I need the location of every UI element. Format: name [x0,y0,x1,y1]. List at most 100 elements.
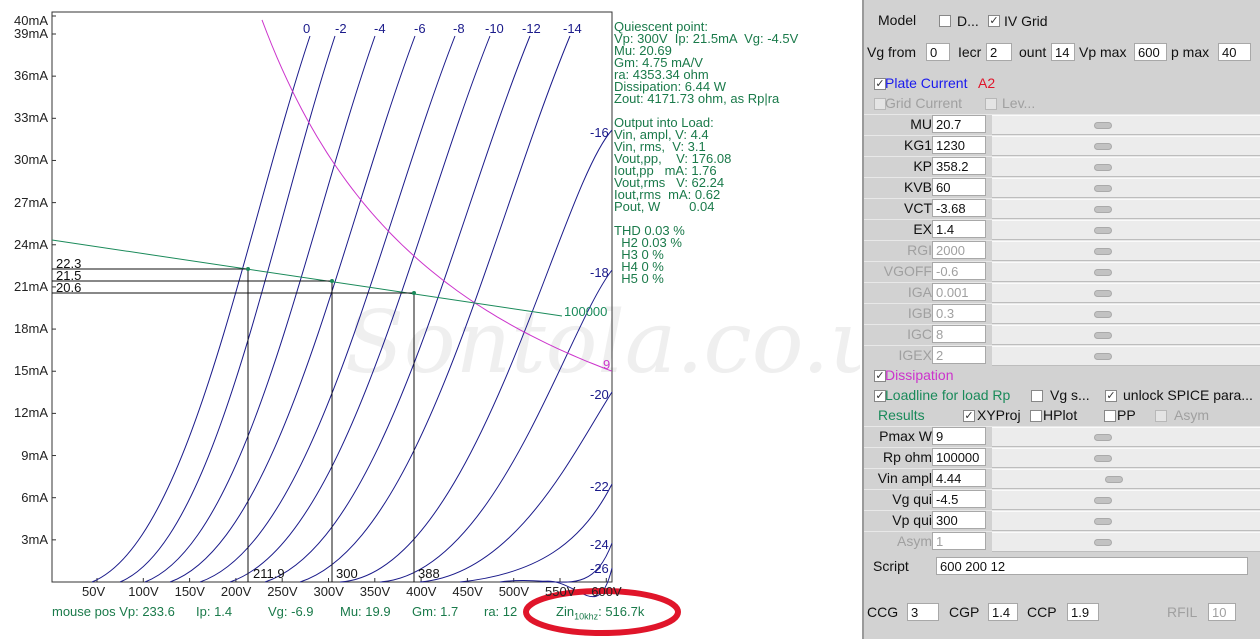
param-input[interactable]: -3.68 [932,199,986,217]
x-axis-label: 300V [313,584,344,599]
x-axis-label: 150V [174,584,205,599]
pp-label: PP [1117,407,1136,423]
slider-knob[interactable] [1093,248,1112,255]
model-label: Model [878,12,917,28]
param-label: Pmax W [879,428,932,444]
y-axis-label: 9mA [21,447,48,463]
slider-knob[interactable] [1093,353,1112,360]
param-input[interactable]: 2000 [932,241,986,259]
ccp-input[interactable]: 1.9 [1067,603,1099,621]
slider-knob[interactable] [1093,143,1112,150]
param-input[interactable]: 358.2 [932,157,986,175]
incr-input[interactable]: 2 [986,43,1012,61]
asym-checkbox[interactable] [1155,410,1167,422]
slider-knob[interactable] [1093,122,1112,129]
cgp-input[interactable]: 1.4 [988,603,1018,621]
param-slider[interactable] [992,346,1260,366]
status-mu: Mu: 19.9 [340,604,391,619]
param-slider[interactable] [992,532,1260,552]
param-label: MU [910,116,932,132]
slider-knob[interactable] [1093,227,1112,234]
ccg-input[interactable]: 3 [907,603,939,621]
x-axis-label: 400V [406,584,437,599]
slider-knob[interactable] [1093,518,1112,525]
y-axis-label: 39mA [14,26,48,41]
param-slider[interactable] [992,199,1260,219]
param-slider[interactable] [992,511,1260,531]
vg-from-input[interactable]: 0 [926,43,950,61]
slider-knob[interactable] [1093,455,1112,462]
y-axis-label: 24mA [14,236,48,252]
grid-curve [144,35,376,583]
plot-area[interactable]: Sontola.co.uk 40mA39mA36mA33mA30mA27mA24… [0,0,860,639]
param-input[interactable]: 1230 [932,136,986,154]
param-input[interactable]: 1 [932,532,986,550]
slider-knob[interactable] [1093,290,1112,297]
script-input[interactable]: 600 200 12 [936,557,1248,575]
param-input[interactable]: 100000 [932,448,986,466]
param-slider[interactable] [992,427,1260,447]
param-slider[interactable] [992,304,1260,324]
x-axis-label: 500V [498,584,530,599]
xyproj-checkbox[interactable]: ✓ [963,410,975,422]
param-slider[interactable] [992,283,1260,303]
load-line [51,239,563,317]
ip-max-input[interactable]: 40 [1218,43,1251,61]
param-slider[interactable] [992,241,1260,261]
param-slider[interactable] [992,115,1260,135]
slider-knob[interactable] [1093,269,1112,276]
hplot-checkbox[interactable] [1030,410,1042,422]
unlock-spice-label: unlock SPICE para... [1123,387,1253,403]
param-slider[interactable] [992,490,1260,510]
voltage-marker-label: 211.9 [253,566,285,581]
operating-point [246,267,250,271]
asym-label: Asym [1174,407,1209,423]
info-line: Zout: 4171.73 ohm, as Rp|ra [614,91,780,106]
param-input[interactable]: 300 [932,511,986,529]
incr-label: Iecr [958,44,982,60]
slider-knob[interactable] [1104,476,1123,483]
slider-knob[interactable] [1093,311,1112,318]
param-input[interactable]: 1.4 [932,220,986,238]
slider-knob[interactable] [1093,539,1112,546]
pp-checkbox[interactable] [1104,410,1116,422]
slider-knob[interactable] [1093,185,1112,192]
grid-voltage-label: -12 [522,21,541,36]
param-slider[interactable] [992,448,1260,468]
param-slider[interactable] [992,136,1260,156]
param-slider[interactable] [992,469,1260,489]
param-slider[interactable] [992,220,1260,240]
slider-knob[interactable] [1093,497,1112,504]
param-slider[interactable] [992,262,1260,282]
slider-knob[interactable] [1093,206,1112,213]
param-input[interactable]: 8 [932,325,986,343]
slider-knob[interactable] [1093,332,1112,339]
count-input[interactable]: 14 [1051,43,1075,61]
param-input[interactable]: 2 [932,346,986,364]
param-slider[interactable] [992,157,1260,177]
status-mouse-vp: mouse pos Vp: 233.6 [52,604,175,619]
slider-knob[interactable] [1093,164,1112,171]
param-input[interactable]: 0.3 [932,304,986,322]
param-slider[interactable] [992,178,1260,198]
lev-checkbox[interactable] [985,98,997,110]
param-input[interactable]: 0.001 [932,283,986,301]
vp-max-input[interactable]: 600 [1134,43,1167,61]
param-input[interactable]: 4.44 [932,469,986,487]
rfil-input[interactable]: 10 [1208,603,1236,621]
info-line: Pout, W 0.04 [614,199,715,214]
param-slider[interactable] [992,325,1260,345]
iv-grid-checkbox[interactable]: ✓ [988,15,1000,27]
info-line: H5 0 % [614,271,664,286]
param-input[interactable]: 20.7 [932,115,986,133]
dissipation-label: Dissipation [885,367,954,383]
vg-s-checkbox[interactable] [1031,390,1043,402]
param-label: Vg qui [892,491,932,507]
slider-knob[interactable] [1093,434,1112,441]
d-checkbox[interactable] [939,15,951,27]
param-input[interactable]: -0.6 [932,262,986,280]
param-input[interactable]: 9 [932,427,986,445]
param-input[interactable]: 60 [932,178,986,196]
param-input[interactable]: -4.5 [932,490,986,508]
unlock-spice-checkbox[interactable]: ✓ [1105,390,1117,402]
